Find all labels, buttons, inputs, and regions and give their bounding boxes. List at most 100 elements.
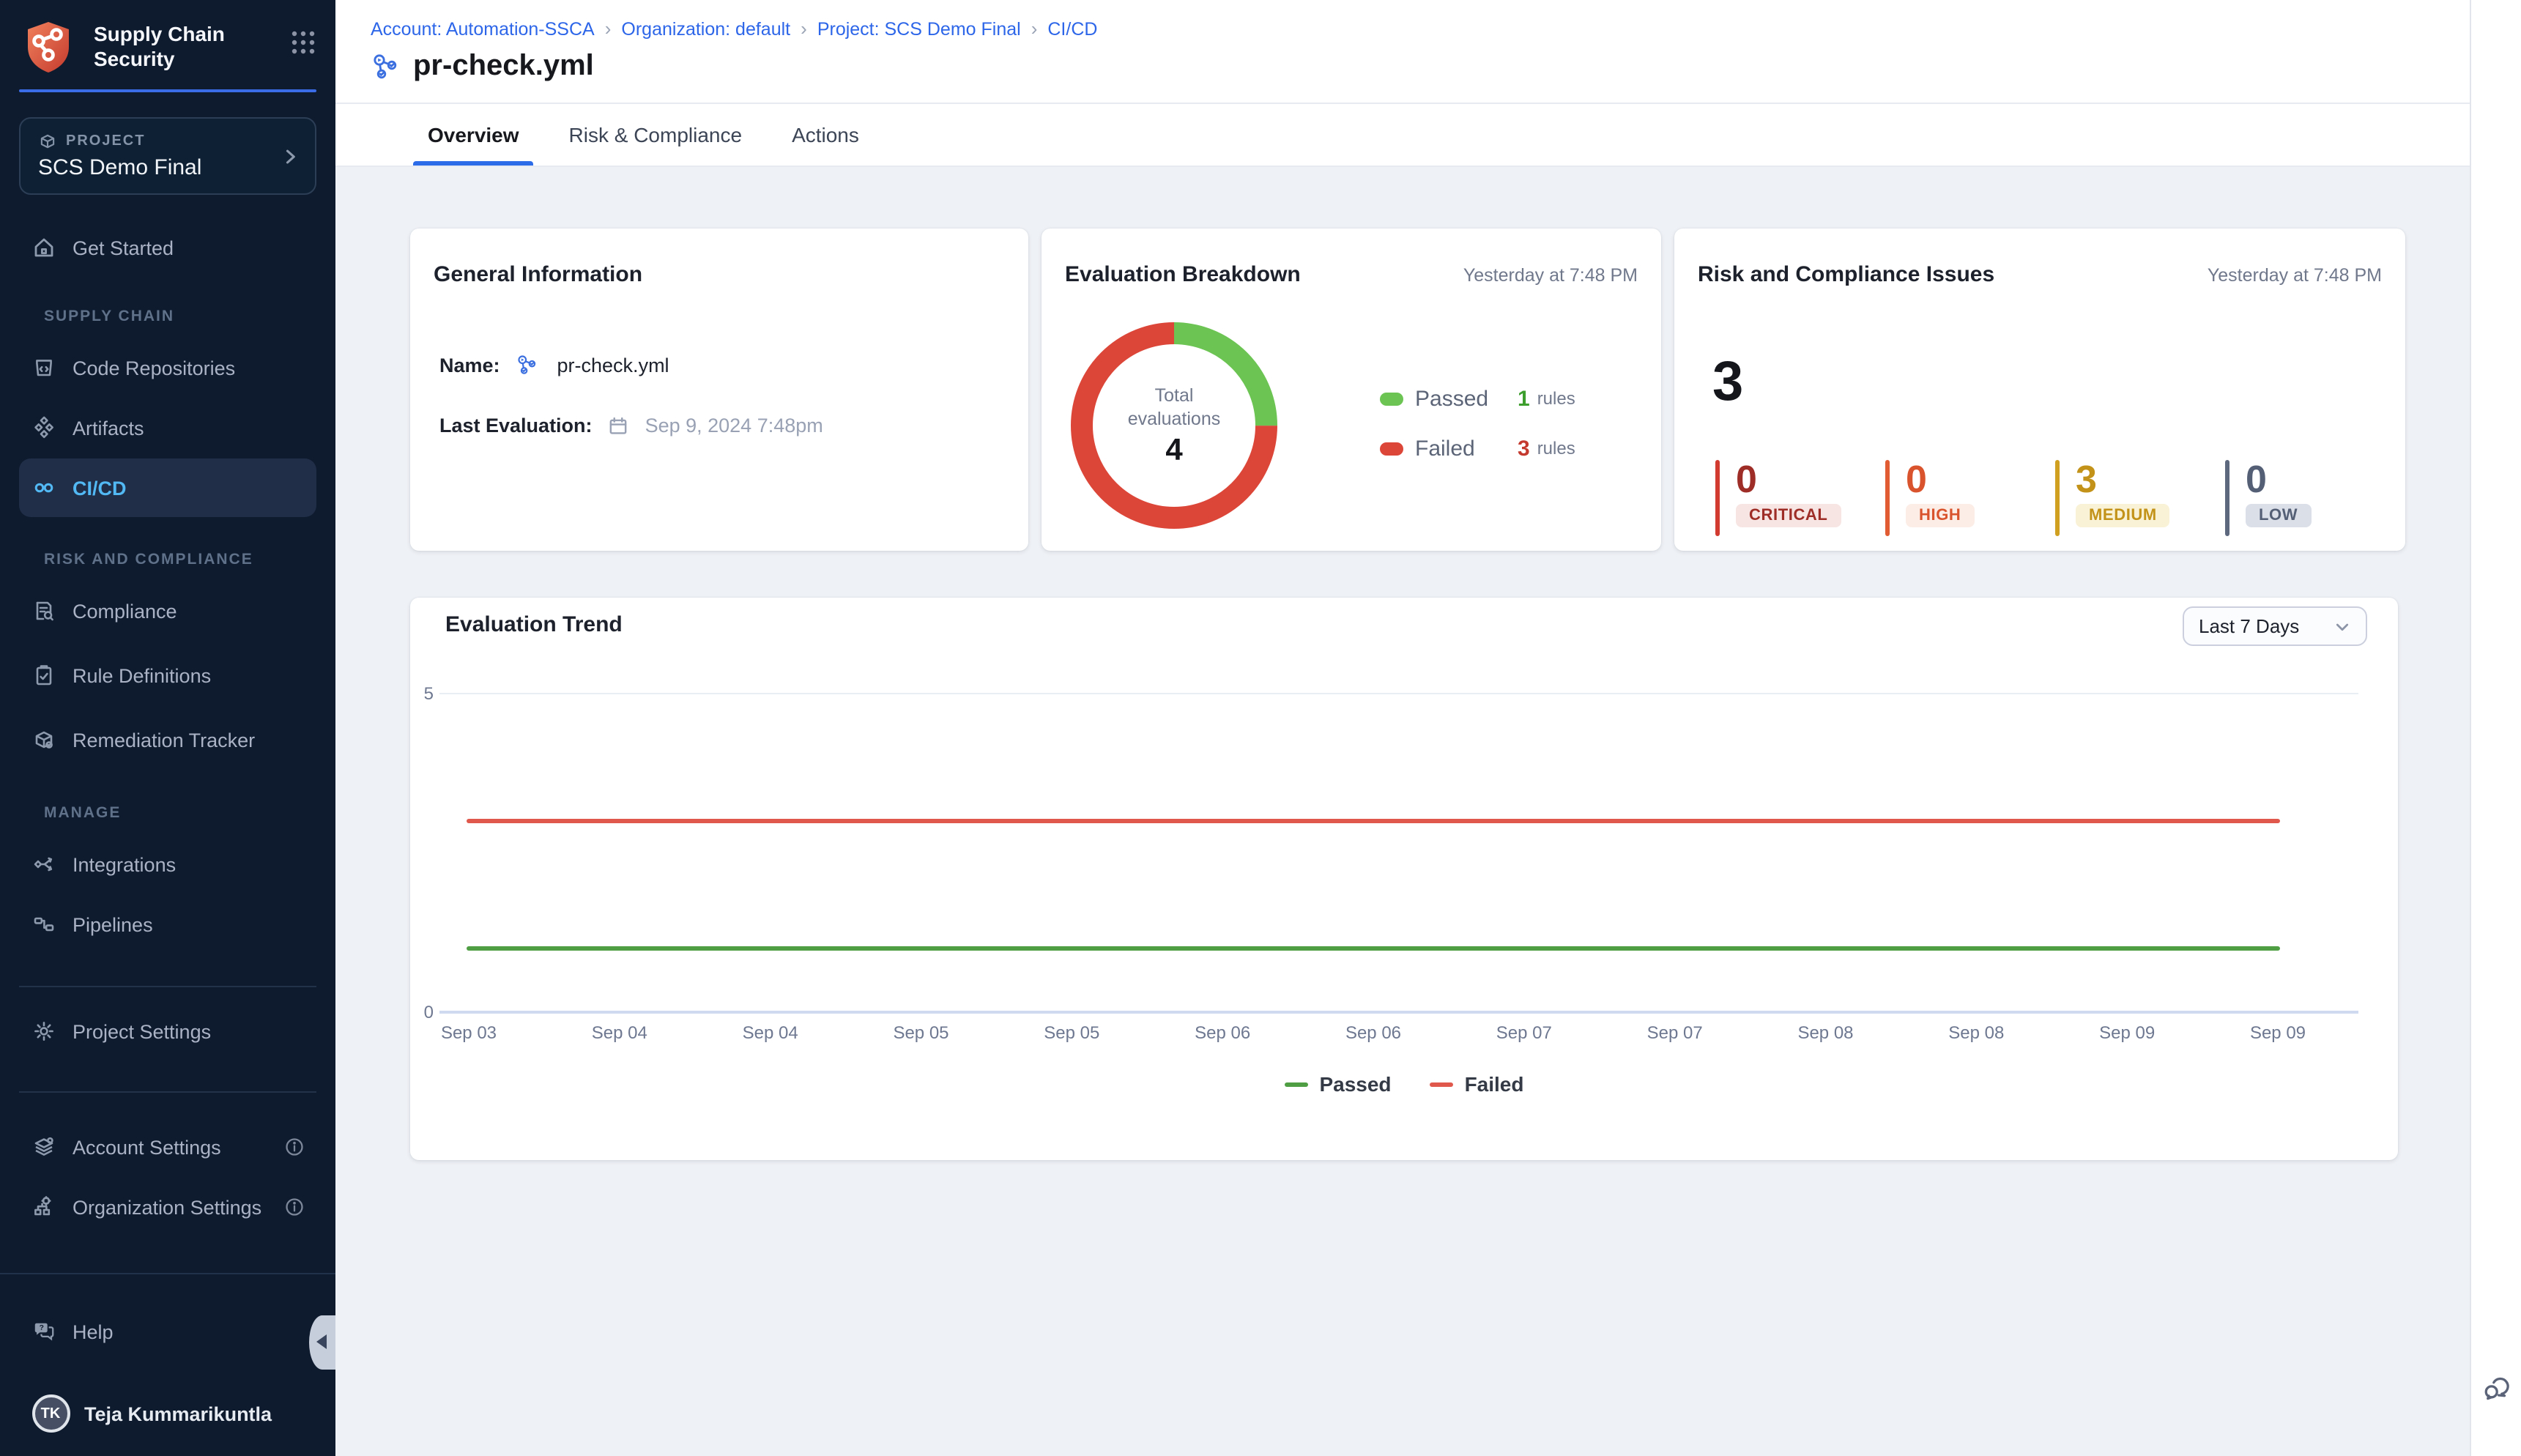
evaluation-trend-card: Evaluation Trend Last 7 Days 05Sep 03Sep… (410, 598, 2398, 1160)
date-range-select[interactable]: Last 7 Days (2183, 606, 2367, 646)
project-selector[interactable]: PROJECT SCS Demo Final (19, 117, 316, 195)
sidebar-item-account-settings[interactable]: Account Settings (19, 1118, 316, 1176)
project-meta: PROJECT SCS Demo Final (38, 132, 280, 180)
severity-badge: HIGH (1906, 504, 1974, 527)
tab-actions[interactable]: Actions (777, 104, 874, 166)
legend-label: Passed (1415, 386, 1518, 411)
last-evaluation-label: Last Evaluation: (439, 415, 593, 437)
sidebar-item-code-repositories[interactable]: Code Repositories (19, 338, 316, 397)
cicd-infinity-icon (31, 476, 55, 499)
calendar-icon (609, 415, 629, 436)
risk-compliance-issues-card: Risk and Compliance Issues Yesterday at … (1674, 229, 2405, 551)
name-label: Name: (439, 354, 500, 376)
info-icon[interactable] (283, 1197, 304, 1217)
user-menu[interactable]: TK Teja Kummarikuntla (19, 1384, 316, 1443)
account-settings-icon (31, 1135, 55, 1159)
legend-unit: rules (1537, 388, 1575, 409)
donut-center-label: Total evaluations (1128, 383, 1221, 430)
severity-bar (2225, 460, 2229, 536)
sidebar-divider (19, 1091, 316, 1093)
tabs: Overview Risk & Compliance Actions (335, 104, 2470, 167)
total-issues-value: 3 (1712, 352, 1743, 415)
trend-chart: 05Sep 03Sep 04Sep 04Sep 05Sep 05Sep 06Se… (410, 656, 2398, 1110)
severity-badge: MEDIUM (2076, 504, 2170, 527)
chevron-right-icon (280, 146, 300, 166)
sidebar-item-label: Rule Definitions (73, 664, 211, 686)
name-value: pr-check.yml (557, 354, 669, 376)
pipelines-icon (31, 913, 55, 936)
breadcrumb-separator-icon: › (605, 18, 612, 40)
breadcrumb-cicd[interactable]: CI/CD (1047, 18, 1097, 39)
passed-pill-icon (1380, 392, 1403, 405)
sidebar-item-rule-definitions[interactable]: Rule Definitions (19, 646, 316, 705)
sidebar-item-label: Get Started (73, 237, 174, 259)
compliance-doc-icon (31, 599, 55, 623)
sidebar-item-label: Integrations (73, 853, 176, 875)
sidebar-header: Supply Chain Security (0, 0, 335, 76)
severity-count: 0 (2246, 460, 2311, 498)
severity-critical: 0CRITICAL (1715, 460, 1885, 536)
help-button[interactable]: ? Help (19, 1302, 316, 1361)
content-area: General Information Name: pr-check.yml L… (335, 167, 2470, 1456)
tab-overview[interactable]: Overview (413, 104, 534, 166)
sidebar-item-pipelines[interactable]: Pipelines (19, 895, 316, 954)
supply-chain-security-logo-icon (19, 18, 78, 76)
failed-line-icon (1430, 1082, 1453, 1086)
remediation-tracker-icon (31, 728, 55, 751)
x-tick-label: Sep 07 (1647, 1023, 1703, 1043)
legend-row-failed: Failed 3 rules (1380, 429, 1575, 467)
evaluation-breakdown-card: Evaluation Breakdown Yesterday at 7:48 P… (1042, 229, 1661, 551)
sidebar-item-compliance[interactable]: Compliance (19, 582, 316, 640)
card-timestamp: Yesterday at 7:48 PM (2208, 265, 2382, 286)
code-repo-icon (31, 356, 55, 379)
x-tick-label: Sep 03 (441, 1023, 497, 1043)
x-tick-label: Sep 05 (893, 1023, 948, 1043)
breadcrumb-organization[interactable]: Organization: default (621, 18, 790, 39)
x-tick-label: Sep 06 (1195, 1023, 1250, 1043)
trend-legend-failed: Failed (1430, 1072, 1524, 1096)
severity-low: 0LOW (2225, 460, 2395, 536)
last-evaluation-row: Last Evaluation: Sep 9, 2024 7:48pm (439, 415, 823, 437)
trend-legend-label: Passed (1319, 1072, 1391, 1096)
help-chat-icon: ? (31, 1320, 55, 1343)
pipeline-file-icon (371, 51, 403, 83)
x-tick-label: Sep 08 (1948, 1023, 2004, 1043)
sidebar-item-get-started[interactable]: Get Started (19, 218, 316, 277)
sidebar-item-project-settings[interactable]: Project Settings (19, 1002, 316, 1061)
donut-center-value: 4 (1165, 433, 1182, 468)
gear-icon (31, 1019, 55, 1043)
sidebar-item-cicd[interactable]: CI/CD (19, 458, 316, 517)
sidebar-collapse-handle[interactable] (309, 1315, 335, 1370)
main-area: Account: Automation-SSCA › Organization:… (335, 0, 2470, 1456)
project-label: PROJECT (66, 133, 145, 149)
name-row: Name: pr-check.yml (439, 353, 669, 378)
legend-unit: rules (1537, 438, 1575, 458)
breadcrumb: Account: Automation-SSCA › Organization:… (371, 18, 2470, 40)
app-root: Supply Chain Security PROJECT SCS Demo F… (0, 0, 2521, 1456)
legend-value: 1 (1518, 386, 1530, 411)
brand-title: Supply Chain Security (94, 22, 290, 72)
breadcrumb-project[interactable]: Project: SCS Demo Final (817, 18, 1021, 39)
project-name: SCS Demo Final (38, 155, 280, 180)
info-icon[interactable] (283, 1137, 304, 1157)
home-icon (31, 236, 55, 259)
sidebar-item-integrations[interactable]: Integrations (19, 835, 316, 894)
breadcrumb-account[interactable]: Account: Automation-SSCA (371, 18, 595, 39)
sidebar-item-remediation-tracker[interactable]: Remediation Tracker (19, 710, 316, 769)
severity-bar (1715, 460, 1720, 536)
app-grid-icon[interactable] (290, 29, 316, 56)
chevron-down-icon (2333, 617, 2351, 635)
date-range-value: Last 7 Days (2199, 615, 2299, 637)
sidebar-item-organization-settings[interactable]: Organization Settings (19, 1178, 316, 1236)
donut-center: Total evaluations 4 (1071, 322, 1277, 529)
right-utility-strip (2470, 0, 2521, 1456)
sidebar-item-label: Code Repositories (73, 357, 235, 379)
sidebar-item-artifacts[interactable]: Artifacts (19, 398, 316, 457)
card-timestamp: Yesterday at 7:48 PM (1463, 265, 1638, 286)
page-title: pr-check.yml (413, 50, 594, 83)
support-chat-icon[interactable] (2480, 1371, 2514, 1412)
user-name: Teja Kummarikuntla (84, 1403, 272, 1425)
x-tick-label: Sep 05 (1044, 1023, 1099, 1043)
tab-risk-compliance[interactable]: Risk & Compliance (554, 104, 757, 166)
legend-row-passed: Passed 1 rules (1380, 379, 1575, 417)
